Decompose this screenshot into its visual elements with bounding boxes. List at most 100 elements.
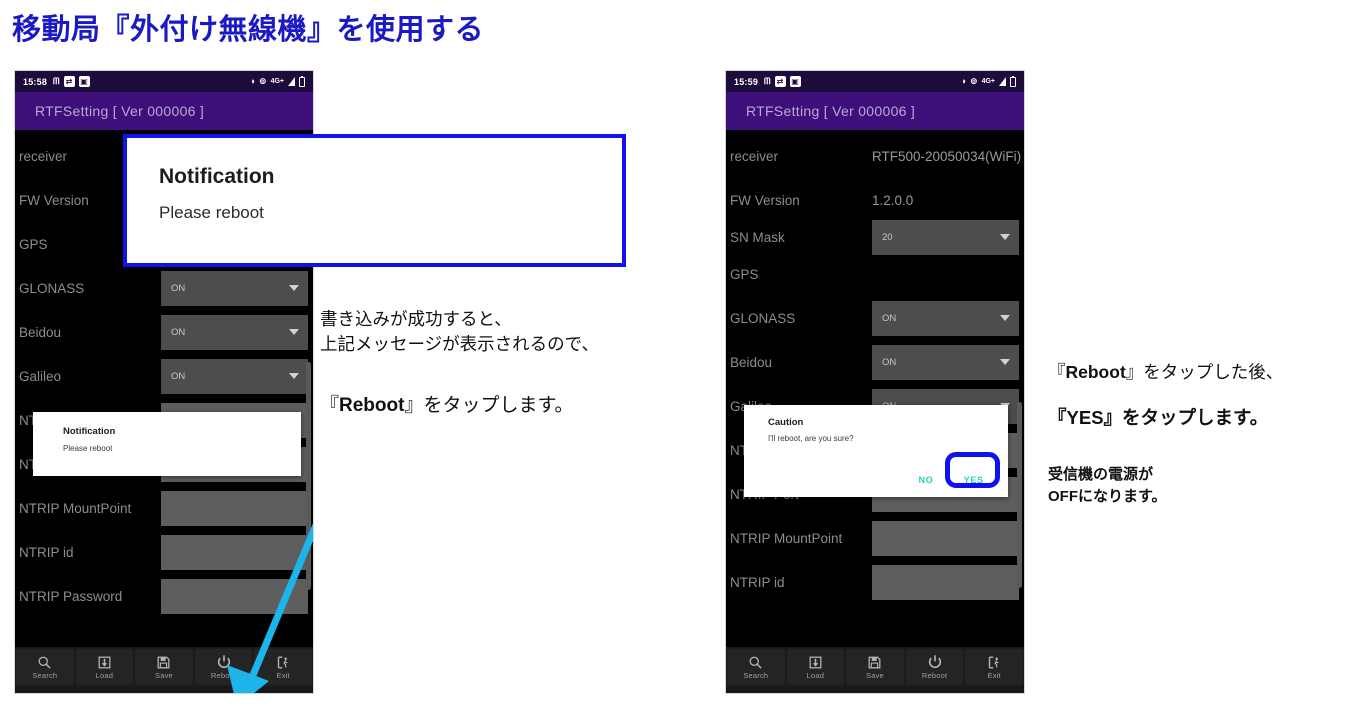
status-left-icons: ᗰ ⇄ ▣ (764, 76, 801, 87)
field-label: Galileo (19, 368, 62, 384)
annotation-right-3: 受信機の電源が OFFになります。 (1048, 465, 1167, 508)
field-row-ntrip-password[interactable]: NTRIP Password (15, 574, 313, 618)
notification-dialog: Notification Please reboot (33, 412, 301, 476)
status-bar: 15:58 ᗰ ⇄ ▣ ◑ ⊚ 4G+ (15, 71, 313, 92)
toolbar-label: Reboot (921, 671, 948, 680)
field-label: GPS (730, 266, 759, 282)
toolbar-button-search[interactable]: Search (727, 649, 785, 685)
field-row-beidou[interactable]: Beidou ON (15, 310, 313, 354)
search-icon (38, 656, 51, 669)
network-4g-plus-icon: 4G+ (270, 78, 284, 85)
anno-post: 』をタップします。 (1103, 409, 1269, 429)
search-icon (749, 656, 762, 669)
toolbar-button-load[interactable]: Load (786, 649, 845, 685)
field-row-fw-version: FW Version 1.2.0.0 (726, 178, 1024, 222)
toolbar-button-load[interactable]: Load (75, 649, 134, 685)
scrollbar-thumb[interactable] (306, 362, 311, 590)
field-row-sn-mask[interactable]: SN Mask 20 (726, 219, 1024, 255)
field-label: receiver (730, 148, 779, 164)
chevron-down-icon (289, 329, 299, 335)
dialog-message: I'll reboot, are you sure? (768, 434, 854, 443)
anno-post: 』をタップした後、 (1125, 362, 1284, 382)
toolbar-button-save[interactable]: Save (135, 649, 193, 685)
sync-icon: ⇄ (63, 76, 75, 87)
status-left-icons: ᗰ ⇄ ▣ (53, 76, 90, 87)
field-label: NTRIP id (730, 574, 785, 590)
beidou-spinner[interactable]: ON (872, 344, 1019, 380)
field-row-beidou[interactable]: Beidou ON (726, 340, 1024, 384)
app-bar: RTFSetting [ Ver 000006 ] (15, 92, 313, 130)
toolbar-button-reboot[interactable]: Reboot (194, 649, 253, 685)
field-row-ntrip-mountpoint[interactable]: NTRIP MountPoint (15, 486, 313, 530)
field-row-ntrip-id[interactable]: NTRIP id (15, 530, 313, 574)
battery-icon (299, 75, 305, 87)
field-row-glonass[interactable]: GLONASS ON (726, 296, 1024, 340)
yes-button-highlight (945, 452, 1000, 488)
toolbar-button-exit[interactable]: Exit (965, 649, 1023, 685)
field-row-ntrip-id[interactable]: NTRIP id (726, 560, 1024, 604)
toolbar-button-save[interactable]: Save (846, 649, 904, 685)
anno-pre: 『 (1048, 409, 1067, 429)
screenshot-icon: ▣ (789, 76, 801, 87)
status-bar: 15:59 ᗰ ⇄ ▣ ◑ ⊚ 4G+ (726, 71, 1024, 92)
field-row-glonass[interactable]: GLONASS ON (15, 266, 313, 310)
annotation-right-1: 『Reboot』をタップした後、 (1048, 360, 1283, 385)
toolbar-button-exit[interactable]: Exit (254, 649, 312, 685)
spinner-value: ON (171, 370, 186, 382)
anno-bold: Reboot (1065, 362, 1126, 382)
spinner-value: ON (882, 312, 897, 324)
scrollbar-thumb[interactable] (1017, 402, 1022, 588)
network-4g-plus-icon: 4G+ (981, 78, 995, 85)
app-title: RTFSetting [ Ver 000006 ] (35, 103, 205, 119)
galileo-spinner[interactable]: ON (161, 358, 308, 394)
beidou-spinner[interactable]: ON (161, 314, 308, 350)
glonass-spinner[interactable]: ON (161, 270, 308, 306)
ntrip-id-input[interactable] (872, 564, 1019, 600)
ntrip-mountpoint-input[interactable] (872, 520, 1019, 556)
bottom-toolbar-right[interactable]: Search Load Save Reboot Exit (726, 647, 1024, 687)
ntrip-mountpoint-input[interactable] (161, 490, 308, 526)
power-icon (217, 655, 230, 669)
spinner-value: ON (882, 356, 897, 368)
dialog-no-button[interactable]: NO (908, 471, 943, 489)
callout-title: Notification (159, 165, 275, 188)
status-right-icons: ◑ ⊚ 4G+ (961, 75, 1016, 87)
anno-pre: 『 (1048, 362, 1066, 382)
glonass-spinner[interactable]: ON (872, 300, 1019, 336)
android-nav-bar-right[interactable] (726, 687, 1024, 693)
chevron-down-icon (1000, 359, 1010, 365)
bottom-toolbar-left[interactable]: Search Load Save Reboot Exit (15, 647, 313, 687)
status-clock: 15:59 (734, 76, 759, 87)
ntrip-password-input[interactable] (161, 578, 308, 614)
field-row-galileo[interactable]: Galileo ON (15, 354, 313, 398)
field-row-ntrip-mountpoint[interactable]: NTRIP MountPoint (726, 516, 1024, 560)
ntrip-id-input[interactable] (161, 534, 308, 570)
field-label: Beidou (730, 354, 773, 370)
app-title: RTFSetting [ Ver 000006 ] (746, 103, 916, 119)
chevron-down-icon (1000, 315, 1010, 321)
spinner-value: ON (171, 326, 186, 338)
settings-form-right[interactable]: receiver RTF500-20050034(WiFi) FW Versio… (726, 130, 1024, 647)
signal-icon (999, 77, 1006, 86)
dialog-title: Notification (63, 426, 116, 437)
anno-bold: YES (1066, 407, 1104, 428)
toolbar-button-reboot[interactable]: Reboot (905, 649, 964, 685)
wifi-calling-icon: ᗰ (53, 76, 60, 86)
chevron-down-icon (289, 373, 299, 379)
toolbar-label: Search (743, 670, 769, 680)
annotation-middle-1: 書き込みが成功すると、 上記メッセージが表示されるので、 (320, 309, 599, 355)
chevron-down-icon (289, 285, 299, 291)
sn-mask-spinner[interactable]: 20 (872, 219, 1019, 255)
exit-door-icon (277, 656, 288, 668)
toolbar-button-search[interactable]: Search (16, 649, 74, 685)
toolbar-label: Search (32, 670, 58, 680)
field-row-receiver: receiver RTF500-20050034(WiFi) (726, 134, 1024, 178)
anno-line1: 受信機の電源が (1048, 467, 1154, 483)
android-nav-bar-left[interactable] (15, 687, 313, 693)
field-row-gps[interactable]: GPS ON (726, 252, 1024, 296)
field-label: SN Mask (730, 229, 785, 245)
toolbar-label: Save (155, 670, 173, 680)
field-label: Beidou (19, 324, 62, 340)
field-value: 1.2.0.0 (872, 192, 914, 208)
toolbar-label: Load (806, 670, 825, 680)
